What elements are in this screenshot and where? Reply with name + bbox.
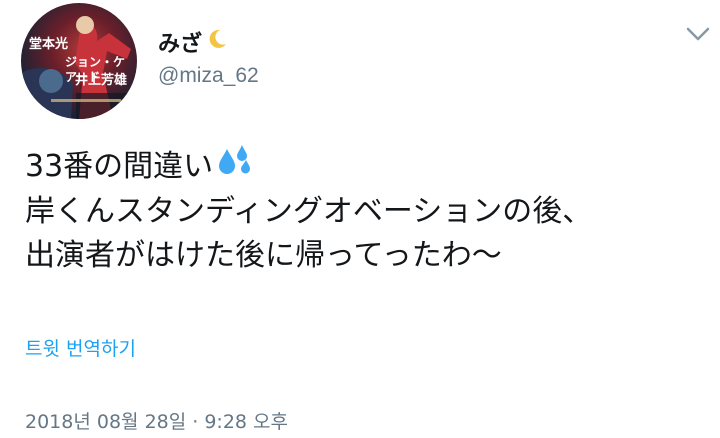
- tweet-text-line: 出演者がはけた後に帰ってったわ〜: [25, 238, 502, 273]
- tweet-text-line: 33番の間違い: [25, 143, 705, 190]
- crescent-moon-icon: [206, 28, 228, 56]
- user-handle[interactable]: @miza_62: [158, 64, 259, 88]
- tweet-text-line: 岸くんスタンディングオベーションの後、: [25, 194, 593, 229]
- avatar[interactable]: 堂本光 ジョン・ケアード 井上芳雄: [21, 3, 137, 119]
- sweat-droplets-icon: [217, 143, 253, 190]
- avatar-poster-text: 堂本光: [29, 37, 69, 52]
- chevron-down-icon[interactable]: [685, 24, 711, 44]
- avatar-poster-text: 井上芳雄: [75, 73, 128, 88]
- display-name[interactable]: みざ: [158, 26, 228, 58]
- translate-tweet-link[interactable]: 트윗 번역하기: [25, 334, 136, 361]
- tweet-text: 33番の間違い 岸くんスタンディングオベーションの後、 出演者がはけた後に帰って…: [25, 143, 705, 278]
- tweet-timestamp[interactable]: 2018년 08월 28일 · 9:28 오후: [25, 407, 288, 434]
- tweet-text-segment: 33番の間違い: [25, 148, 214, 184]
- display-name-text: みざ: [158, 32, 203, 57]
